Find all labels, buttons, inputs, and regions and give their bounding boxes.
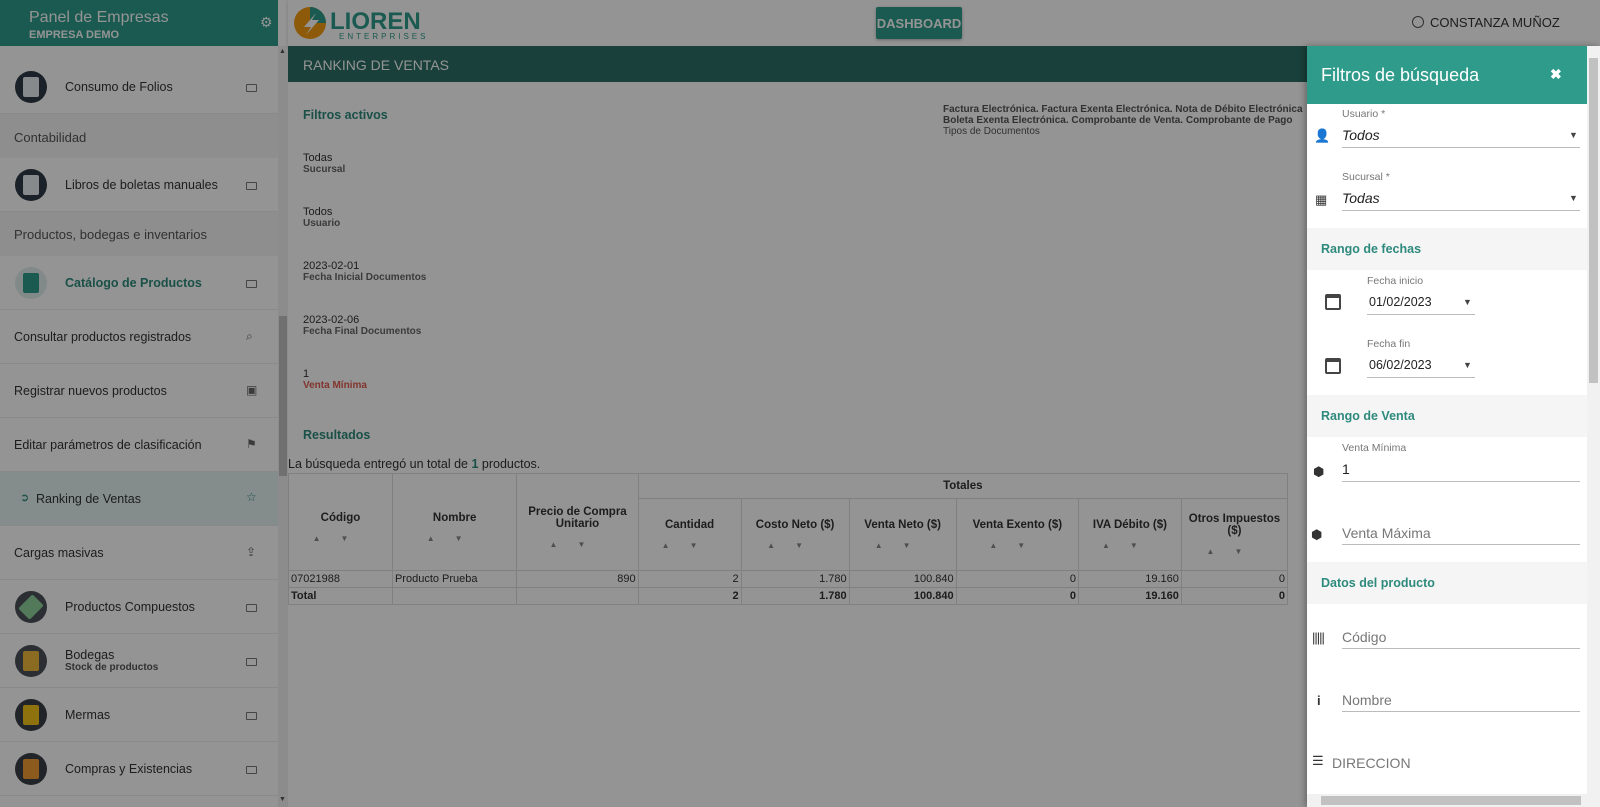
field-underline xyxy=(1342,711,1580,712)
field-underline xyxy=(1342,481,1580,482)
dropdown-arrow-icon[interactable]: ▼ xyxy=(1569,130,1578,140)
info-icon: i xyxy=(1317,693,1321,708)
dropdown-arrow-icon[interactable]: ▼ xyxy=(1463,297,1472,307)
field-underline xyxy=(1342,147,1580,148)
drawer-horizontal-scrollbar[interactable] xyxy=(1307,794,1587,807)
barcode-icon: ||||| xyxy=(1312,630,1325,645)
drawer-hscroll-thumb[interactable] xyxy=(1321,796,1581,805)
cubes-icon: ⬢ xyxy=(1311,527,1323,542)
field-underline xyxy=(1342,544,1580,545)
nombre-input[interactable]: Nombre xyxy=(1342,692,1392,708)
fecha-inicio-input[interactable]: 01/02/2023 xyxy=(1369,295,1432,309)
field-underline xyxy=(1342,648,1580,649)
section-rango-fechas: Rango de fechas xyxy=(1307,228,1587,270)
section-datos-producto: Datos del producto xyxy=(1307,562,1587,604)
drawer-scrollbar[interactable] xyxy=(1587,46,1600,807)
usuario-select[interactable]: Todos xyxy=(1342,127,1380,143)
venta-min-label: Venta Mínima xyxy=(1342,442,1407,454)
drawer-title: Filtros de búsqueda xyxy=(1321,65,1480,85)
direccion-input[interactable]: DIRECCION xyxy=(1332,755,1411,771)
field-underline xyxy=(1367,377,1475,378)
field-underline xyxy=(1342,210,1580,211)
venta-min-input[interactable]: 1 xyxy=(1342,461,1350,477)
section-rango-venta: Rango de Venta xyxy=(1307,395,1587,437)
usuario-label: Usuario * xyxy=(1342,108,1386,120)
fecha-fin-label: Fecha fin xyxy=(1367,338,1411,350)
drawer-scroll-thumb[interactable] xyxy=(1589,58,1598,383)
building-icon: ▦ xyxy=(1315,192,1328,207)
user-icon: 👤 xyxy=(1314,128,1331,143)
list-icon: ☰ xyxy=(1312,753,1324,768)
venta-max-input[interactable]: Venta Máxima xyxy=(1342,525,1431,541)
close-icon[interactable]: ✖ xyxy=(1550,66,1562,83)
dropdown-arrow-icon[interactable]: ▼ xyxy=(1569,193,1578,203)
dropdown-arrow-icon[interactable]: ▼ xyxy=(1463,360,1472,370)
field-underline xyxy=(1367,314,1475,315)
sucursal-label: Sucursal * xyxy=(1342,171,1390,183)
drawer-header: Filtros de búsqueda ✖ xyxy=(1307,46,1587,104)
calendar-icon[interactable] xyxy=(1325,294,1341,310)
sucursal-select[interactable]: Todas xyxy=(1342,190,1380,206)
cube-icon: ⬢ xyxy=(1313,464,1325,479)
fecha-inicio-label: Fecha inicio xyxy=(1367,275,1424,287)
calendar-icon[interactable] xyxy=(1325,358,1341,374)
filter-drawer: Filtros de búsqueda ✖ Usuario * 👤 Todos … xyxy=(1307,46,1600,807)
fecha-fin-input[interactable]: 06/02/2023 xyxy=(1369,358,1432,372)
codigo-input[interactable]: Código xyxy=(1342,629,1386,645)
